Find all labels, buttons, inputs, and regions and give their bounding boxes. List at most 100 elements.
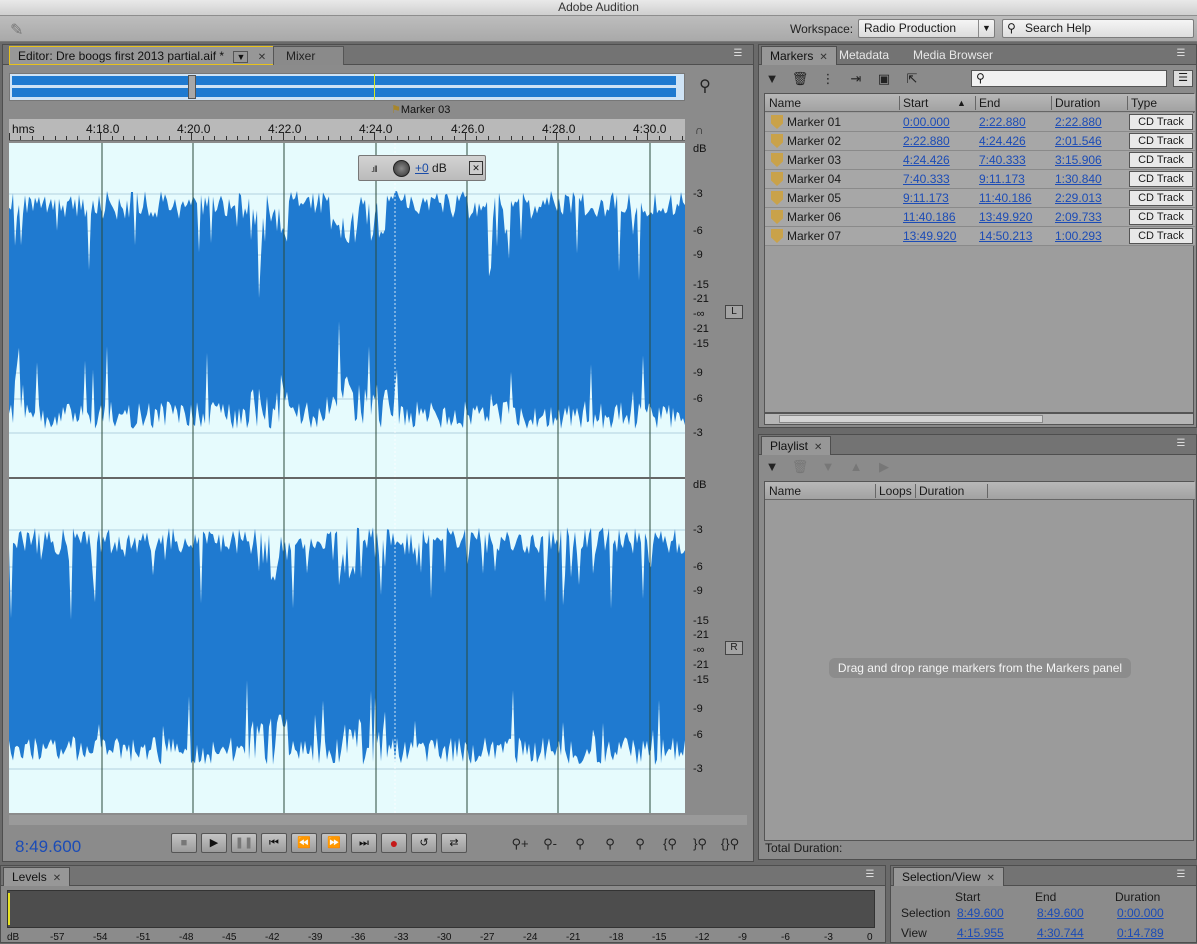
panel-menu-icon[interactable]: ☰ — [1174, 439, 1188, 449]
marker-start[interactable]: 0:00.000 — [903, 115, 950, 129]
close-icon[interactable]: ✕ — [814, 442, 822, 453]
waveform-display[interactable] — [9, 143, 685, 813]
insert-into-multitrack-icon[interactable]: ⇥ — [847, 71, 865, 87]
close-icon[interactable]: ✕ — [53, 873, 61, 884]
marker-duration[interactable]: 2:29.013 — [1055, 191, 1102, 205]
panel-menu-icon[interactable]: ☰ — [1174, 870, 1188, 880]
view-duration[interactable]: 0:14.789 — [1117, 926, 1164, 940]
channel-left-button[interactable]: L — [725, 305, 743, 319]
add-to-playlist-icon[interactable]: ▼ — [763, 459, 781, 475]
marker-type-select[interactable]: CD Track — [1129, 228, 1193, 244]
marker-name[interactable]: Marker 03 — [787, 153, 841, 167]
volume-hud[interactable]: .ıIl +0 dB ✕ — [358, 155, 486, 181]
pause-button[interactable]: ❚❚ — [231, 833, 257, 853]
marker-duration[interactable]: 3:15.906 — [1055, 153, 1102, 167]
tab-levels[interactable]: Levels ✕ — [3, 867, 71, 886]
column-header-loops[interactable]: Loops — [879, 484, 912, 498]
marker-name[interactable]: Marker 02 — [787, 134, 841, 148]
loop-button[interactable]: ↺ — [411, 833, 437, 853]
panel-menu-icon[interactable]: ☰ — [863, 870, 877, 880]
marker-name[interactable]: Marker 01 — [787, 115, 841, 129]
marker-type-select[interactable]: CD Track — [1129, 171, 1193, 187]
marker-name[interactable]: Marker 05 — [787, 191, 841, 205]
tab-metadata[interactable]: Metadata — [831, 46, 897, 65]
trash-icon[interactable]: 🗑 — [791, 459, 809, 475]
zoom-in-time-icon[interactable]: ⚲ — [568, 835, 592, 853]
play-icon[interactable]: ▶ — [875, 459, 893, 475]
move-to-previous-button[interactable]: ⏮ — [261, 833, 287, 853]
close-icon[interactable]: ✕ — [258, 52, 266, 63]
marker-end[interactable]: 11:40.186 — [979, 191, 1032, 205]
marker-row[interactable]: Marker 01 0:00.000 2:22.880 2:22.880 CD Trac… — [765, 113, 1195, 132]
tab-editor[interactable]: Editor: Dre boogs first 2013 partial.aif… — [9, 46, 276, 65]
fast-forward-button[interactable]: ⏩ — [321, 833, 347, 853]
marker-row[interactable]: Marker 02 2:22.880 4:24.426 2:01.546 CD Trac… — [765, 132, 1195, 151]
move-down-icon[interactable]: ▼ — [819, 459, 837, 475]
move-up-icon[interactable]: ▲ — [847, 459, 865, 475]
marker-duration[interactable]: 1:00.293 — [1055, 229, 1102, 243]
zoom-icon[interactable]: ⚲ — [693, 75, 717, 99]
column-header-duration[interactable]: Duration — [1055, 96, 1100, 110]
marker-flag[interactable]: ⚑Marker 03 — [391, 103, 450, 116]
close-icon[interactable]: ✕ — [469, 161, 483, 175]
marker-name[interactable]: Marker 07 — [787, 229, 841, 243]
marker-name[interactable]: Marker 06 — [787, 210, 841, 224]
selection-end[interactable]: 8:49.600 — [1037, 906, 1084, 920]
column-header-name[interactable]: Name — [769, 484, 801, 498]
scrollbar-thumb[interactable] — [779, 415, 1043, 423]
marker-start[interactable]: 2:22.880 — [903, 134, 950, 148]
marker-options-icon[interactable]: ☰ — [1173, 70, 1193, 87]
channel-right-button[interactable]: R — [725, 641, 743, 655]
marker-type-select[interactable]: CD Track — [1129, 114, 1193, 130]
export-audio-icon[interactable]: ▣ — [875, 71, 893, 87]
marker-end[interactable]: 13:49.920 — [979, 210, 1032, 224]
zoom-out-amplitude-icon[interactable]: ⚲- — [538, 835, 562, 853]
marker-end[interactable]: 7:40.333 — [979, 153, 1026, 167]
markers-horizontal-scrollbar[interactable] — [764, 413, 1194, 425]
skip-selection-button[interactable]: ⇄ — [441, 833, 467, 853]
marker-start[interactable]: 13:49.920 — [903, 229, 956, 243]
marker-type-select[interactable]: CD Track — [1129, 190, 1193, 206]
marker-duration[interactable]: 2:09.733 — [1055, 210, 1102, 224]
marker-end[interactable]: 2:22.880 — [979, 115, 1026, 129]
marker-start[interactable]: 11:40.186 — [903, 210, 956, 224]
marker-duration[interactable]: 2:01.546 — [1055, 134, 1102, 148]
tab-selection-view[interactable]: Selection/View ✕ — [893, 867, 1004, 886]
marker-start[interactable]: 7:40.333 — [903, 172, 950, 186]
file-dropdown-icon[interactable]: ▼ — [233, 51, 249, 63]
chevron-down-icon[interactable]: ▼ — [978, 20, 994, 37]
marker-row[interactable]: Marker 06 11:40.186 13:49.920 2:09.733 CD Tr… — [765, 208, 1195, 227]
marker-row[interactable]: Marker 04 7:40.333 9:11.173 1:30.840 CD Trac… — [765, 170, 1195, 189]
close-icon[interactable]: ✕ — [819, 52, 827, 63]
marker-type-select[interactable]: CD Track — [1129, 152, 1193, 168]
play-button[interactable]: ▶ — [201, 833, 227, 853]
batch-process-icon[interactable]: ⇱ — [903, 71, 921, 87]
panel-menu-icon[interactable]: ☰ — [1174, 49, 1188, 59]
column-header-type[interactable]: Type — [1131, 96, 1157, 110]
marker-row[interactable]: Marker 03 4:24.426 7:40.333 3:15.906 CD Trac… — [765, 151, 1195, 170]
marker-end[interactable]: 4:24.426 — [979, 134, 1026, 148]
column-header-end[interactable]: End — [979, 96, 1000, 110]
healing-brush-icon[interactable]: ✎ — [10, 20, 32, 39]
tab-media-browser[interactable]: Media Browser — [905, 46, 1001, 65]
selection-start[interactable]: 8:49.600 — [957, 906, 1004, 920]
zoom-out-full-icon[interactable]: ⚲ — [628, 835, 652, 853]
markers-search-input[interactable]: ⚲ — [971, 70, 1167, 87]
zoom-out-time-icon[interactable]: ⚲ — [598, 835, 622, 853]
volume-knob[interactable] — [393, 160, 410, 177]
snap-icon[interactable]: ∩ — [695, 123, 704, 137]
trash-icon[interactable]: 🗑 — [791, 71, 809, 87]
marker-duration[interactable]: 1:30.840 — [1055, 172, 1102, 186]
marker-duration[interactable]: 2:22.880 — [1055, 115, 1102, 129]
time-ruler[interactable]: hms 4:18.0 4:20.0 4:22.0 4:24.0 4:26.0 4… — [9, 119, 685, 141]
merge-markers-icon[interactable]: ⋮ — [819, 71, 837, 87]
marker-end[interactable]: 14:50.213 — [979, 229, 1032, 243]
zoom-selection-icon[interactable]: {}⚲ — [718, 835, 742, 853]
zoom-in-amplitude-icon[interactable]: ⚲+ — [508, 835, 532, 853]
column-header-duration[interactable]: Duration — [919, 484, 964, 498]
marker-name[interactable]: Marker 04 — [787, 172, 841, 186]
overview-view-handle[interactable] — [188, 75, 196, 99]
tab-mixer[interactable]: Mixer — [273, 46, 345, 65]
marker-type-select[interactable]: CD Track — [1129, 133, 1193, 149]
column-header-start[interactable]: Start — [903, 96, 928, 110]
